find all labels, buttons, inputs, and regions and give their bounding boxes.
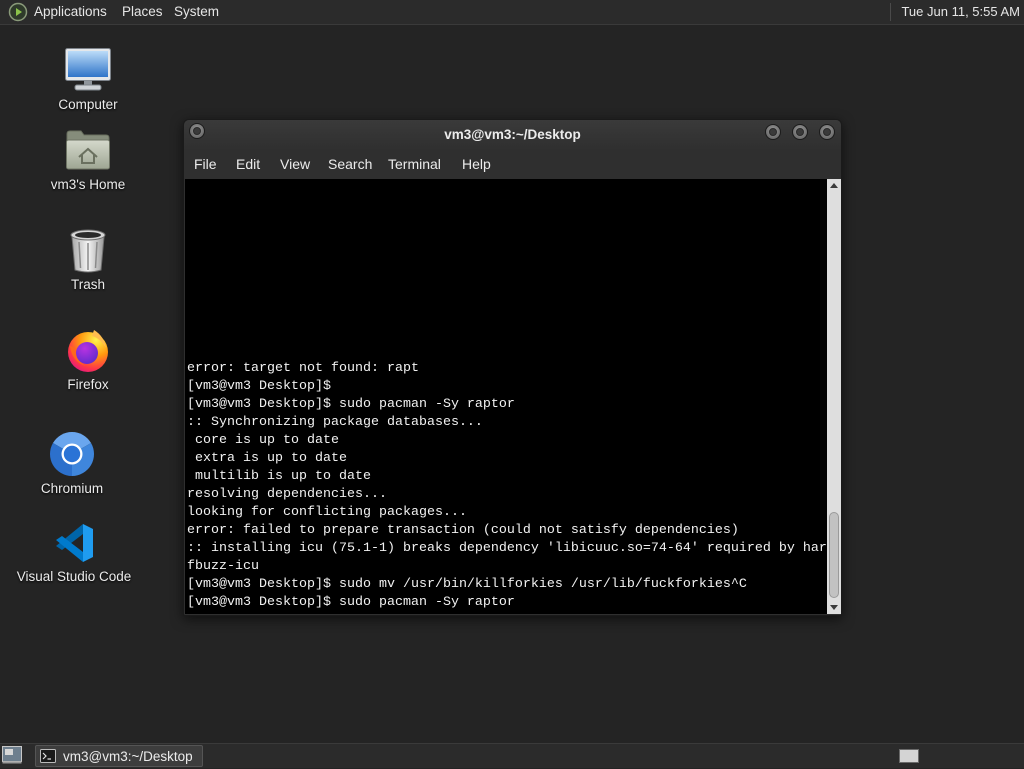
desktop-icon-label: Computer <box>58 97 118 112</box>
window-menu-icon <box>193 127 201 135</box>
terminal-line: extra is up to date <box>187 451 347 466</box>
terminal-line: looking for conflicting packages... <box>187 505 467 520</box>
terminal-line: :: Synchronizing package databases... <box>187 415 483 430</box>
minimize-icon <box>769 128 777 136</box>
menu-terminal[interactable]: Terminal <box>382 150 447 179</box>
desktop-icon-label: Firefox <box>67 377 109 392</box>
scrollbar-thumb[interactable] <box>829 512 839 598</box>
desktop-icon-computer[interactable]: Computer <box>28 46 148 118</box>
desktop-icon-vscode[interactable]: Visual Studio Code <box>14 521 134 593</box>
terminal-line: error: target not found: rapt <box>187 361 419 376</box>
menu-search[interactable]: Search <box>322 150 378 179</box>
terminal-line: error: failed to prepare transaction (co… <box>187 523 739 538</box>
maximize-icon <box>796 128 804 136</box>
window-menu-button[interactable] <box>189 123 205 139</box>
desktop-icon-trash[interactable]: Trash <box>28 228 148 300</box>
terminal-prompt-line: [vm3@vm3 Desktop]$ sudo pacman -Sy rapto… <box>187 595 515 610</box>
terminal-line: [vm3@vm3 Desktop]$ sudo pacman -Sy rapto… <box>187 397 515 412</box>
taskbar-button-terminal[interactable]: vm3@vm3:~/Desktop <box>35 745 203 767</box>
show-desktop-icon <box>2 746 22 764</box>
menu-bar: File Edit View Search Terminal Help <box>184 150 841 179</box>
scroll-up-button[interactable] <box>827 180 841 192</box>
system-menu-label: System <box>174 4 220 19</box>
clock[interactable]: Tue Jun 11, 5:55 AM <box>897 0 1024 24</box>
desktop-icon-label: Chromium <box>40 481 104 496</box>
panel-separator <box>890 3 891 21</box>
trash-icon <box>70 229 106 273</box>
vscode-icon <box>56 524 93 562</box>
applications-menu-label: Applications <box>34 4 107 19</box>
minimize-button[interactable] <box>765 124 781 140</box>
desktop-icon-home[interactable]: vm3's Home <box>28 128 148 200</box>
taskbar-button-label: vm3@vm3:~/Desktop <box>63 748 193 764</box>
places-menu[interactable]: Places <box>118 0 167 24</box>
terminal-line: core is up to date <box>187 433 339 448</box>
scroll-up-icon <box>830 183 838 188</box>
bottom-panel: vm3@vm3:~/Desktop <box>0 743 1024 768</box>
desktop-icon-label: vm3's Home <box>50 177 126 192</box>
terminal-line: resolving dependencies... <box>187 487 387 502</box>
desktop-icon-chromium[interactable]: Chromium <box>12 430 132 502</box>
workspace-thumbnail[interactable] <box>899 749 919 763</box>
menu-file[interactable]: File <box>188 150 223 179</box>
menu-edit[interactable]: Edit <box>230 150 266 179</box>
distro-logo-icon <box>8 2 28 22</box>
home-folder-icon <box>66 130 110 170</box>
terminal-line: :: installing icu (75.1-1) breaks depend… <box>187 541 827 556</box>
terminal-line: fbuzz-icu <box>187 559 259 574</box>
desktop-icon-label: Trash <box>70 277 105 292</box>
firefox-icon <box>68 330 108 372</box>
terminal-line: [vm3@vm3 Desktop]$ <box>187 379 331 394</box>
top-panel: Applications Places System Tue Jun 11, 5… <box>0 0 1024 25</box>
close-icon <box>823 128 831 136</box>
window-title: vm3@vm3:~/Desktop <box>444 127 581 142</box>
chromium-icon <box>50 432 94 476</box>
close-button[interactable] <box>819 124 835 140</box>
terminal-line: multilib is up to date <box>187 469 371 484</box>
places-menu-label: Places <box>122 4 163 19</box>
desktop-icon-label: Visual Studio Code <box>16 569 132 584</box>
workspace-switcher[interactable] <box>896 745 924 767</box>
terminal-line: [vm3@vm3 Desktop]$ sudo mv /usr/bin/kill… <box>187 577 747 592</box>
terminal-scrollbar[interactable] <box>827 179 841 614</box>
maximize-button[interactable] <box>792 124 808 140</box>
desktop-icon-firefox[interactable]: Firefox <box>28 326 148 398</box>
title-bar[interactable]: vm3@vm3:~/Desktop <box>184 120 841 150</box>
menu-help[interactable]: Help <box>456 150 497 179</box>
computer-icon <box>65 48 111 91</box>
system-menu[interactable]: System <box>170 0 223 24</box>
scroll-down-button[interactable] <box>827 601 841 613</box>
menu-view[interactable]: View <box>274 150 316 179</box>
terminal-output[interactable]: error: target not found: rapt [vm3@vm3 D… <box>185 179 827 614</box>
terminal-window: vm3@vm3:~/Desktop File Edit View Search … <box>183 119 842 616</box>
show-desktop-button[interactable] <box>2 746 22 764</box>
scroll-down-icon <box>830 605 838 610</box>
applications-menu[interactable]: Applications <box>4 0 111 24</box>
terminal-icon <box>40 749 56 763</box>
